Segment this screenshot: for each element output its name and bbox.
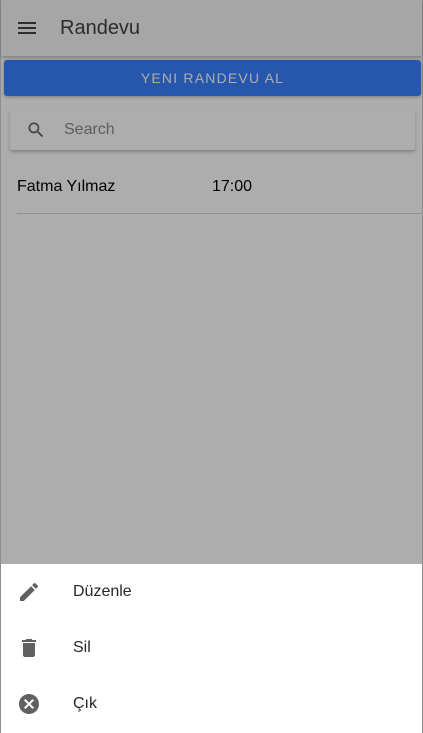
action-edit-button[interactable]: Düzenle <box>1 564 422 620</box>
action-delete-button[interactable]: Sil <box>1 620 422 676</box>
action-exit-button[interactable]: Çık <box>1 676 422 732</box>
action-sheet: Düzenle Sil Çık <box>1 564 422 733</box>
action-edit-label: Düzenle <box>73 583 132 600</box>
close-circle-icon <box>1 676 57 732</box>
action-exit-label: Çık <box>73 695 97 712</box>
trash-icon <box>1 620 57 676</box>
action-delete-label: Sil <box>73 639 91 656</box>
pencil-icon <box>1 564 57 620</box>
